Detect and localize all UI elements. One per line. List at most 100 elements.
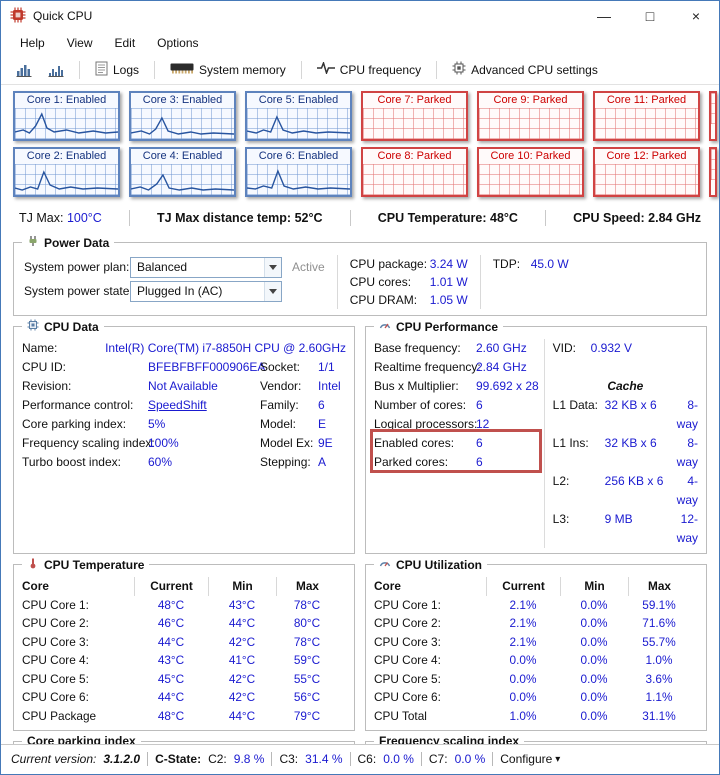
core-tile[interactable]: Core 8: Parked [361, 147, 468, 197]
chip-icon [27, 319, 39, 334]
cpu-frequency-button[interactable]: CPU frequency [312, 59, 426, 80]
cpu-dram-label: CPU DRAM: [350, 291, 430, 309]
table-cell: 42°C [208, 688, 276, 707]
configure-menu[interactable]: Configure ▾ [500, 752, 560, 766]
table-cell: CPU Core 2: [22, 614, 134, 633]
maximize-button[interactable]: □ [627, 1, 673, 31]
power-state-value: Plugged In (AC) [137, 284, 222, 298]
core-label: Core 3: Enabled [131, 93, 234, 108]
c7-value: 0.0 % [455, 752, 486, 766]
table-header: Max [628, 577, 690, 596]
cpu-cores-power-label: CPU cores: [350, 273, 430, 291]
menubar: Help View Edit Options [1, 31, 719, 55]
divider [350, 210, 351, 226]
core-label: Core 5: Enabled [247, 93, 350, 108]
minimize-button[interactable]: — [581, 1, 627, 31]
table-cell: CPU Core 6: [22, 688, 134, 707]
menu-view[interactable]: View [56, 33, 104, 53]
tjdist-label: TJ Max distance temp: [157, 211, 291, 225]
version-label: Current version: [11, 752, 96, 766]
table-cell: 41°C [208, 651, 276, 670]
statusbar: Current version: 3.1.2.0 C-State: C2: 9.… [1, 744, 719, 774]
advanced-cpu-settings-button[interactable]: Advanced CPU settings [447, 58, 603, 81]
cpu-performance-right: VID:0.932 V Cache L1 Data:32 KB x 68-way… [544, 339, 698, 548]
bar-chart-icon-2[interactable] [43, 60, 69, 80]
close-window-button[interactable]: × [673, 1, 719, 31]
menu-edit[interactable]: Edit [103, 33, 146, 53]
field-value: BFEBFBFF000906EA [148, 358, 260, 377]
core-tile[interactable]: Core 7: Parked [361, 91, 468, 141]
divider [337, 255, 338, 309]
enabled-cores-label: Enabled cores: [374, 434, 476, 453]
bar-chart-icon-1[interactable] [11, 60, 37, 80]
power-plan-combobox[interactable]: Balanced [130, 257, 282, 278]
table-header: Current [134, 577, 208, 596]
menu-options[interactable]: Options [146, 33, 209, 53]
table-header: Core [22, 577, 134, 596]
core-label: Core 6: Enabled [247, 149, 350, 164]
toolbar-separator [79, 61, 80, 79]
power-state-combobox[interactable]: Plugged In (AC) [130, 281, 282, 302]
cpu-data-title: CPU Data [22, 319, 104, 334]
advanced-cpu-settings-label: Advanced CPU settings [471, 63, 598, 77]
power-data-title: Power Data [22, 235, 114, 250]
pulse-icon [317, 62, 335, 77]
table-cell: 0.0% [560, 707, 628, 726]
core-label: Core 7: Parked [363, 93, 466, 108]
utilization-table: CoreCurrentMinMax CPU Core 1:2.1%0.0%59.… [374, 577, 698, 725]
field-label: Stepping: [260, 453, 318, 472]
table-header: Max [276, 577, 338, 596]
core-tile[interactable]: Core 2: Enabled [13, 147, 120, 197]
core-tile[interactable]: Core 11: Parked [593, 91, 700, 141]
table-cell: 44°C [208, 614, 276, 633]
divider [492, 752, 493, 766]
power-plan-status: Active [292, 260, 325, 274]
table-cell: 59°C [276, 651, 338, 670]
core-tile[interactable]: Core 4: Enabled [129, 147, 236, 197]
core-label: Core 2: Enabled [15, 149, 118, 164]
core-tile[interactable]: Core 5: Enabled [245, 91, 352, 141]
table-cell: CPU Core 6: [374, 688, 486, 707]
core-tile[interactable]: Core 6: Enabled [245, 147, 352, 197]
table-cell: 1.0% [486, 707, 560, 726]
field-label: Revision: [22, 377, 148, 396]
core-tile[interactable]: Core 1: Enabled [13, 91, 120, 141]
temperature-table: CoreCurrentMinMax CPU Core 1:48°C43°C78°… [22, 577, 346, 725]
field-label: Family: [260, 396, 318, 415]
parked-cores-label: Parked cores: [374, 453, 476, 472]
table-cell: 0.0% [486, 688, 560, 707]
field-value: 4-way [677, 472, 698, 510]
cstate-label: C-State: [155, 752, 201, 766]
core-tile[interactable]: Core 3: Enabled [129, 91, 236, 141]
cpu-performance-left: Base frequency:2.60 GHz Realtime frequen… [374, 339, 544, 548]
table-cell: 0.0% [560, 614, 628, 633]
table-cell: CPU Package [22, 707, 134, 726]
core-tile[interactable]: Core 10: Parked [477, 147, 584, 197]
version-value: 3.1.2.0 [103, 752, 140, 766]
table-cell: 2.1% [486, 614, 560, 633]
core-grid: Core 1: Enabled Core 3: Enabled Core 5: … [1, 85, 719, 208]
core-tile[interactable]: Core 9: Parked [477, 91, 584, 141]
menu-help[interactable]: Help [9, 33, 56, 53]
tdp-label: TDP: [493, 255, 531, 273]
thermometer-icon [27, 557, 39, 572]
cpu-temp-metric: CPU Temperature: 48°C [378, 211, 518, 225]
field-value: A [318, 453, 346, 472]
table-cell: 44°C [134, 688, 208, 707]
logs-button[interactable]: Logs [90, 58, 144, 82]
field-label: Logical processors: [374, 415, 476, 434]
field-label: Vendor: [260, 377, 318, 396]
power-plan-value: Balanced [137, 260, 187, 274]
system-memory-button[interactable]: System memory [165, 59, 291, 80]
divider [271, 752, 272, 766]
speedshift-link[interactable]: SpeedShift [148, 396, 260, 415]
table-cell: 0.0% [560, 688, 628, 707]
core-label: Core 1: Enabled [15, 93, 118, 108]
window-title: Quick CPU [33, 9, 92, 23]
core-graph [595, 108, 698, 139]
toolbar-separator [154, 61, 155, 79]
field-label: Model: [260, 415, 318, 434]
core-tile[interactable]: Core 12: Parked [593, 147, 700, 197]
field-label: Number of cores: [374, 396, 476, 415]
table-cell: 78°C [276, 633, 338, 652]
